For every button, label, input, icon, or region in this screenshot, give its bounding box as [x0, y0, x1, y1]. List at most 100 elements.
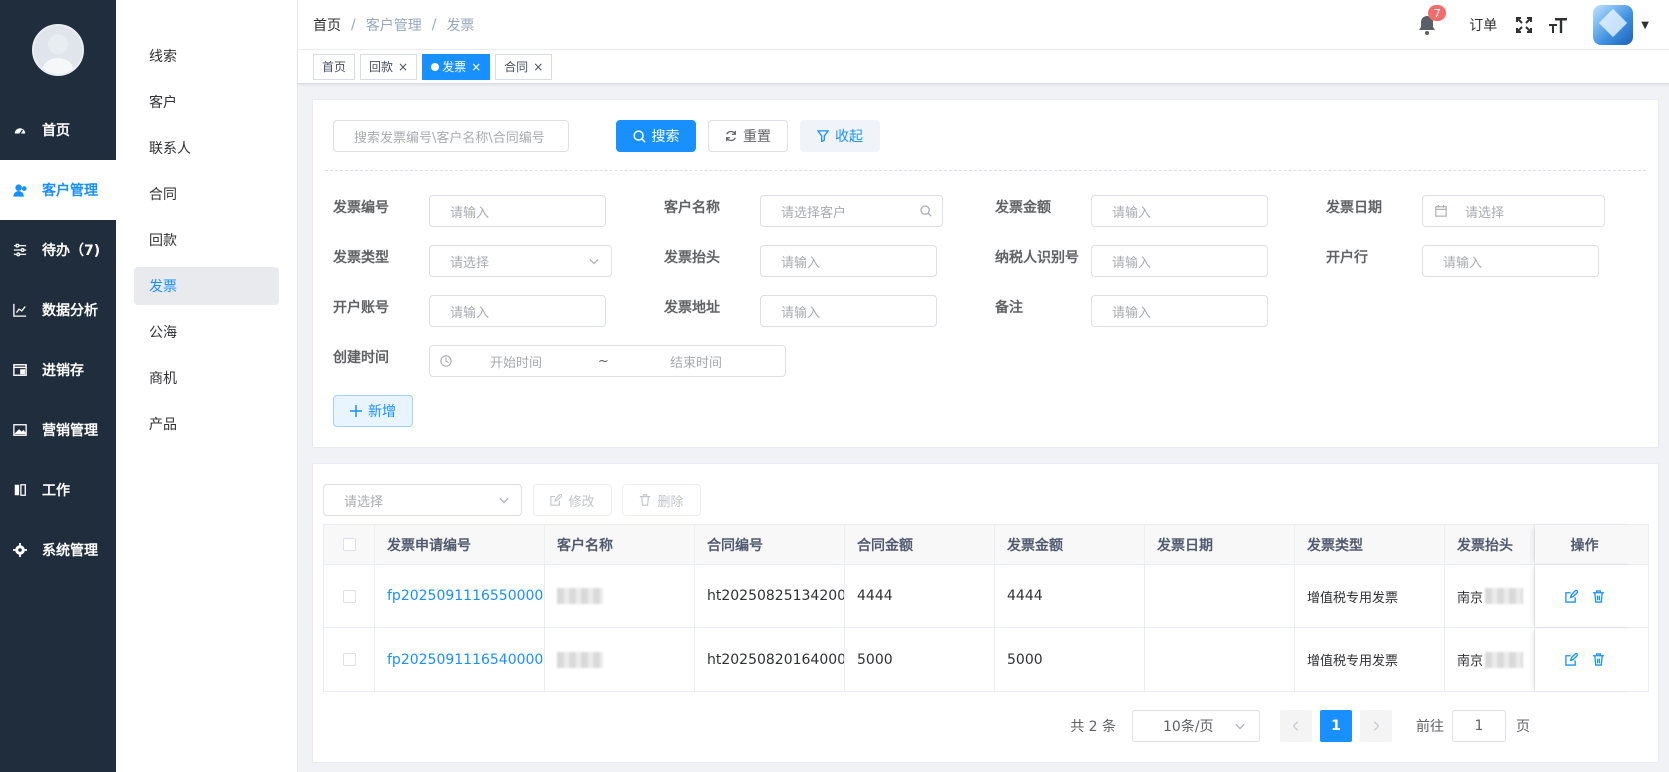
invoice-title-cell: 南京: [1445, 628, 1535, 691]
refresh-icon: [726, 130, 736, 142]
batch-select[interactable]: 请选择: [323, 484, 522, 516]
submenu-item-customers[interactable]: 客户: [134, 83, 279, 121]
remark-label: 备注: [995, 300, 1023, 316]
dashboard-icon: [12, 122, 28, 138]
sidebar-item-work[interactable]: 工作: [0, 460, 116, 520]
trash-icon[interactable]: [1592, 653, 1605, 666]
sidebar-item-system[interactable]: 系统管理: [0, 520, 116, 580]
account-input[interactable]: 请输入: [429, 295, 606, 327]
submenu-item-products[interactable]: 产品: [134, 405, 279, 443]
sidebar-item-label: 待办（7): [42, 243, 101, 259]
breadcrumb-customer[interactable]: 客户管理: [366, 15, 422, 35]
users-icon: [12, 182, 28, 198]
range-separator: ~: [598, 353, 609, 369]
sidebar-item-customer[interactable]: 客户管理: [0, 160, 116, 220]
trash-icon[interactable]: [1592, 589, 1605, 603]
remark-input[interactable]: 请输入: [1091, 295, 1268, 327]
select-all-checkbox[interactable]: [342, 538, 356, 551]
sidebar-item-todo[interactable]: 待办（7): [0, 220, 116, 280]
delete-button[interactable]: 删除: [622, 484, 701, 516]
taxpayer-id-input[interactable]: 请输入: [1091, 245, 1268, 277]
book-icon: [12, 482, 28, 498]
submenu-item-opportunities[interactable]: 商机: [134, 359, 279, 397]
add-invoice-button[interactable]: 新增: [333, 395, 413, 427]
gear-icon: [12, 542, 28, 558]
customer-name-select[interactable]: 请选择客户: [760, 195, 943, 227]
taxpayer-id-label: 纳税人识别号: [995, 250, 1079, 266]
redacted-title: [1485, 651, 1524, 668]
tag-contracts[interactable]: 合同 ×: [495, 53, 553, 80]
bank-label: 开户行: [1326, 250, 1368, 266]
main-sidebar: 首页 客户管理 待办（7) 数据分析 进销存 营销管理 工作 系统管理: [0, 0, 116, 772]
chevron-down-icon: [589, 258, 599, 265]
actions-cell: [1535, 628, 1634, 691]
invoice-amount-input[interactable]: 请输入: [1091, 195, 1268, 227]
fullscreen-icon[interactable]: [1513, 14, 1535, 36]
address-input[interactable]: 请输入: [760, 295, 937, 327]
edit-button-label: 修改: [568, 494, 595, 510]
invoice-no-link[interactable]: fp20250911165400001: [387, 652, 544, 668]
actions-cell: [1535, 565, 1634, 627]
window-icon: [12, 362, 28, 378]
row-checkbox[interactable]: [342, 653, 356, 666]
sidebar-item-inventory[interactable]: 进销存: [0, 340, 116, 400]
bank-input[interactable]: 请输入: [1422, 245, 1599, 277]
submenu-item-payments[interactable]: 回款: [134, 221, 279, 259]
avatar[interactable]: [32, 24, 84, 76]
redacted-title: [1485, 588, 1524, 604]
invoice-type-select[interactable]: 请选择: [429, 245, 612, 277]
prev-page-button[interactable]: [1280, 710, 1312, 742]
caret-down-icon[interactable]: ▼: [1641, 20, 1649, 31]
chevron-right-icon: [1373, 721, 1380, 731]
invoice-type-cell: 增值税专用发票: [1295, 628, 1445, 691]
notification-badge: 7: [1428, 5, 1447, 21]
invoice-no-link[interactable]: fp20250911165500001: [387, 588, 544, 604]
sidebar-item-label: 系统管理: [42, 543, 98, 559]
search-button[interactable]: 搜索: [616, 120, 696, 152]
contract-amount-cell: 4444: [845, 565, 995, 627]
close-icon[interactable]: ×: [398, 60, 408, 74]
edit-icon[interactable]: [1564, 589, 1578, 603]
col-contract-amount: 合同金额: [845, 525, 995, 564]
sidebar-item-label: 营销管理: [42, 423, 98, 439]
customer-cell: [545, 565, 695, 627]
invoice-date-picker[interactable]: 请选择: [1422, 195, 1605, 227]
sidebar-item-marketing[interactable]: 营销管理: [0, 400, 116, 460]
sidebar-item-analytics[interactable]: 数据分析: [0, 280, 116, 340]
font-size-icon[interactable]: [1547, 14, 1569, 36]
page-number-current[interactable]: 1: [1320, 710, 1352, 742]
search-icon: [920, 205, 932, 217]
user-avatar[interactable]: [1593, 5, 1634, 45]
breadcrumb-home[interactable]: 首页: [313, 15, 341, 35]
tag-invoices[interactable]: 发票 ×: [422, 53, 491, 80]
close-icon[interactable]: ×: [533, 60, 543, 74]
goto-page-input[interactable]: 1: [1452, 710, 1506, 742]
page-size-select[interactable]: 10条/页: [1132, 710, 1260, 742]
contract-amount-cell: 5000: [845, 628, 995, 691]
search-button-label: 搜索: [651, 129, 680, 145]
invoice-title-input[interactable]: 请输入: [760, 245, 937, 277]
submenu-item-contacts[interactable]: 联系人: [134, 129, 279, 167]
reset-button[interactable]: 重置: [708, 120, 788, 152]
close-icon[interactable]: ×: [471, 60, 481, 74]
row-checkbox[interactable]: [342, 589, 356, 603]
filter-icon: [817, 130, 829, 142]
order-link[interactable]: 订单: [1469, 15, 1497, 35]
edit-icon[interactable]: [1564, 653, 1578, 666]
submenu-item-contracts[interactable]: 合同: [134, 175, 279, 213]
notification-button[interactable]: 7: [1417, 5, 1447, 36]
tag-payments[interactable]: 回款 ×: [360, 53, 418, 80]
sidebar-item-home[interactable]: 首页: [0, 100, 116, 160]
next-page-button[interactable]: [1360, 710, 1392, 742]
keyword-search-input[interactable]: 搜索发票编号\客户名称\合同编号: [333, 120, 569, 152]
collapse-button[interactable]: 收起: [800, 120, 880, 152]
submenu-item-public-pool[interactable]: 公海: [134, 313, 279, 351]
submenu-item-leads[interactable]: 线索: [134, 37, 279, 75]
invoice-no-input[interactable]: 请输入: [429, 195, 606, 227]
submenu-item-invoices[interactable]: 发票: [134, 267, 279, 305]
created-time-range-picker[interactable]: 开始时间 ~ 结束时间: [429, 345, 786, 377]
tag-home[interactable]: 首页: [313, 53, 356, 80]
delete-button-label: 删除: [657, 494, 684, 510]
table-row: fp20250911165500001 ht20250825134200001 …: [324, 565, 1648, 628]
edit-button[interactable]: 修改: [533, 484, 612, 516]
